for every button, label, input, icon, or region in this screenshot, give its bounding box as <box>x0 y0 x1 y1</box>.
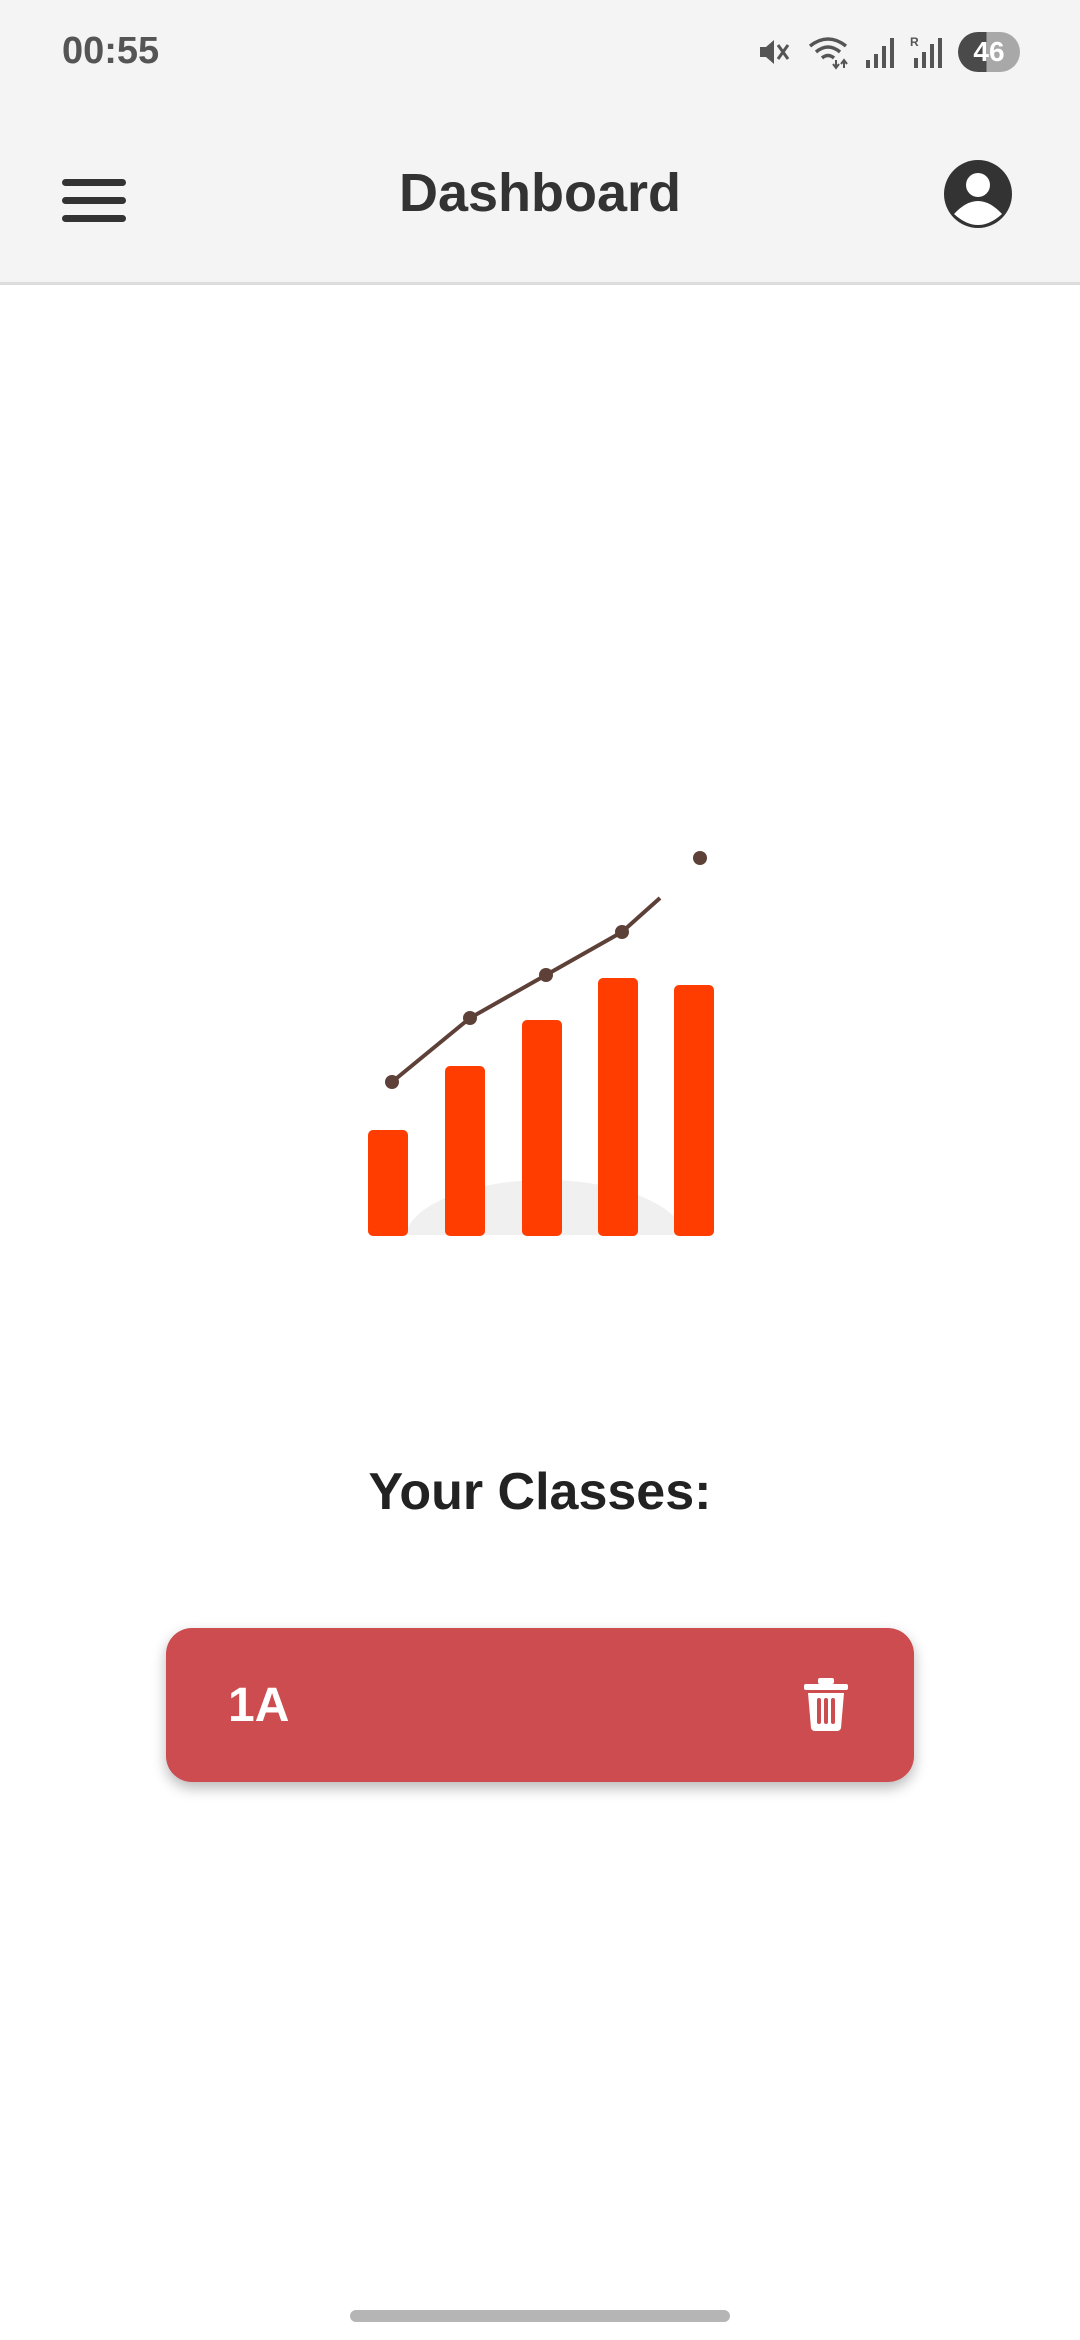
trash-icon[interactable] <box>802 1676 850 1732</box>
page-title: Dashboard <box>398 163 682 223</box>
dashboard-screen: 00:55 R 46 Dashboard Your Classes: 1A <box>0 0 1080 2340</box>
trend-point <box>539 968 553 982</box>
svg-text:R: R <box>910 35 919 49</box>
home-indicator[interactable] <box>350 2310 730 2322</box>
wifi-icon <box>806 34 850 70</box>
class-item[interactable]: 1A <box>166 1628 914 1782</box>
trend-point <box>693 851 707 865</box>
chart-bar <box>598 978 638 1236</box>
chart-bar <box>445 1066 485 1236</box>
app-bar: Dashboard <box>0 110 1080 285</box>
battery-icon: 46 <box>958 32 1020 72</box>
chart-bar <box>368 1130 408 1236</box>
status-bar: 00:55 R 46 <box>0 0 1080 110</box>
status-icons: R 46 <box>756 30 1020 74</box>
signal-roaming-icon: R <box>910 34 944 70</box>
mute-icon <box>756 34 792 70</box>
trend-point <box>615 925 629 939</box>
chart-bar <box>522 1020 562 1236</box>
chart-bar <box>674 985 714 1236</box>
class-name: 1A <box>228 1679 290 1732</box>
growth-chart-illustration <box>350 830 740 1300</box>
account-circle-icon[interactable] <box>942 158 1014 230</box>
trend-point <box>463 1011 477 1025</box>
classes-section-title: Your Classes: <box>368 1463 712 1521</box>
status-time: 00:55 <box>62 30 160 72</box>
signal-icon <box>864 34 896 70</box>
trend-point <box>385 1075 399 1089</box>
